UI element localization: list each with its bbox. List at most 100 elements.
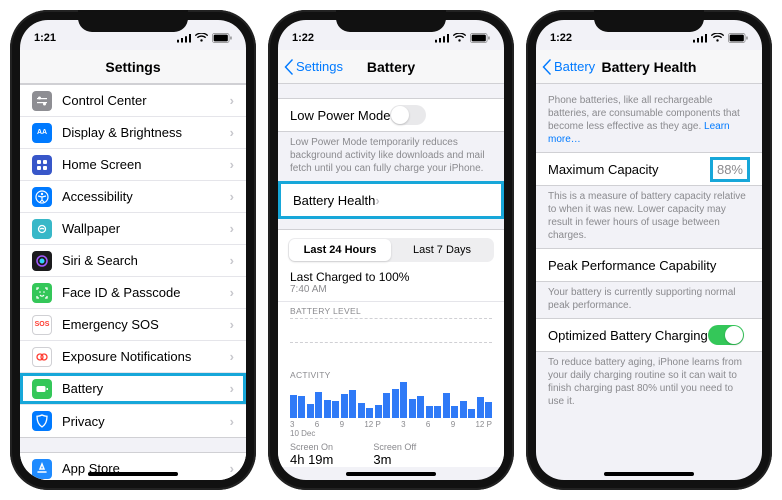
low-power-label: Low Power Mode (290, 108, 390, 123)
last-charged-time: 7:40 AM (290, 284, 492, 295)
back-button[interactable]: Settings (284, 59, 343, 75)
row-label: Emergency SOS (62, 317, 230, 332)
home-indicator[interactable] (346, 472, 436, 476)
settings-list[interactable]: Control Center›AADisplay & Brightness›Ho… (20, 84, 246, 480)
chart-time-ticks: 36912 P36912 P (278, 420, 504, 429)
status-icons (177, 33, 232, 43)
exposure-icon (32, 347, 52, 367)
chevron-left-icon (542, 59, 552, 75)
screen-3: 1:22 Battery Battery Health Phone batter… (536, 20, 762, 480)
max-capacity-description: This is a measure of battery capacity re… (536, 186, 762, 248)
battery-level-heading: BATTERY LEVEL (278, 306, 504, 316)
status-time: 1:22 (550, 32, 572, 44)
settings-row-display-brightness[interactable]: AADisplay & Brightness› (20, 117, 246, 149)
privacy-icon (32, 411, 52, 431)
chevron-right-icon: › (230, 285, 234, 300)
battery-icon (470, 33, 490, 43)
chevron-right-icon: › (230, 381, 234, 396)
notch (78, 10, 188, 32)
nav-bar: Battery Battery Health (536, 50, 762, 84)
row-label: Battery (62, 381, 230, 396)
row-label: Privacy (62, 414, 230, 429)
home-screen-icon (32, 155, 52, 175)
page-title: Battery (367, 59, 415, 75)
cellular-signal-icon (693, 34, 707, 43)
peak-performance-description: Your battery is currently supporting nor… (536, 282, 762, 318)
settings-row-accessibility[interactable]: Accessibility› (20, 181, 246, 213)
wifi-icon (195, 33, 208, 43)
battery-content[interactable]: Low Power Mode Low Power Mode temporaril… (278, 84, 504, 480)
screen-on-value: 4h 19m (290, 452, 333, 467)
optimized-charging-toggle[interactable] (708, 325, 744, 345)
chevron-right-icon: › (230, 221, 234, 236)
faceid-icon (32, 283, 52, 303)
phone-frame-2: 1:22 Settings Battery Low Power Mode (268, 10, 514, 490)
phone-frame-3: 1:22 Battery Battery Health Phone batter… (526, 10, 772, 490)
nav-bar: Settings Battery (278, 50, 504, 84)
optimized-charging-row[interactable]: Optimized Battery Charging (536, 319, 762, 351)
activity-chart (290, 382, 492, 418)
optimized-charging-label: Optimized Battery Charging (548, 328, 708, 343)
chevron-right-icon: › (230, 189, 234, 204)
settings-row-emergency-sos[interactable]: SOSEmergency SOS› (20, 309, 246, 341)
back-label: Settings (296, 59, 343, 74)
status-time: 1:22 (292, 32, 314, 44)
home-indicator[interactable] (88, 472, 178, 476)
row-label: Siri & Search (62, 253, 230, 268)
wifi-icon (711, 33, 724, 43)
settings-row-battery[interactable]: Battery› (20, 373, 246, 405)
segment-7d[interactable]: Last 7 Days (391, 239, 493, 261)
back-label: Battery (554, 59, 595, 74)
low-power-toggle[interactable] (390, 105, 426, 125)
settings-row-home-screen[interactable]: Home Screen› (20, 149, 246, 181)
control-center-icon (32, 91, 52, 111)
maximum-capacity-row: Maximum Capacity 88% (536, 153, 762, 185)
screen-1: 1:21 Settings Control Center›AADisplay &… (20, 20, 246, 480)
time-range-segmented[interactable]: Last 24 Hours Last 7 Days (288, 238, 494, 262)
settings-row-siri-search[interactable]: Siri & Search› (20, 245, 246, 277)
activity-heading: ACTIVITY (278, 370, 504, 380)
status-time: 1:21 (34, 32, 56, 44)
status-icons (435, 33, 490, 43)
screen-on-label: Screen On (290, 442, 333, 452)
row-label: Face ID & Passcode (62, 285, 230, 300)
settings-row-face-id-passcode[interactable]: Face ID & Passcode› (20, 277, 246, 309)
battery-health-content[interactable]: Phone batteries, like all rechargeable b… (536, 84, 762, 480)
chevron-right-icon: › (230, 253, 234, 268)
battery-icon (728, 33, 748, 43)
row-label: Display & Brightness (62, 125, 230, 140)
settings-row-control-center[interactable]: Control Center› (20, 85, 246, 117)
chevron-right-icon: › (230, 125, 234, 140)
row-label: Home Screen (62, 157, 230, 172)
back-button[interactable]: Battery (542, 59, 595, 75)
nav-bar: Settings (20, 50, 246, 84)
home-indicator[interactable] (604, 472, 694, 476)
segment-24h[interactable]: Last 24 Hours (289, 239, 391, 261)
low-power-mode-row[interactable]: Low Power Mode (278, 99, 504, 131)
phone-frame-1: 1:21 Settings Control Center›AADisplay &… (10, 10, 256, 490)
cellular-signal-icon (435, 34, 449, 43)
sos-icon: SOS (32, 315, 52, 335)
settings-row-privacy[interactable]: Privacy› (20, 405, 246, 437)
low-power-description: Low Power Mode temporarily reduces backg… (278, 132, 504, 181)
screen-2: 1:22 Settings Battery Low Power Mode (278, 20, 504, 480)
max-capacity-label: Maximum Capacity (548, 162, 659, 177)
peak-performance-row[interactable]: Peak Performance Capability (536, 249, 762, 281)
battery-health-row[interactable]: Battery Health › (281, 184, 501, 216)
chart-date-label: 10 Dec (278, 429, 504, 438)
settings-group-1: Control Center›AADisplay & Brightness›Ho… (20, 84, 246, 438)
chevron-right-icon: › (230, 157, 234, 172)
siri-icon (32, 251, 52, 271)
settings-row-wallpaper[interactable]: Wallpaper› (20, 213, 246, 245)
chevron-right-icon: › (230, 461, 234, 476)
chevron-right-icon: › (375, 193, 379, 208)
chevron-left-icon (284, 59, 294, 75)
wallpaper-icon (32, 219, 52, 239)
settings-row-exposure-notifications[interactable]: Exposure Notifications› (20, 341, 246, 373)
notch (594, 10, 704, 32)
row-label: Wallpaper (62, 221, 230, 236)
wifi-icon (453, 33, 466, 43)
chevron-right-icon: › (230, 349, 234, 364)
page-title: Battery Health (602, 59, 697, 75)
notch (336, 10, 446, 32)
